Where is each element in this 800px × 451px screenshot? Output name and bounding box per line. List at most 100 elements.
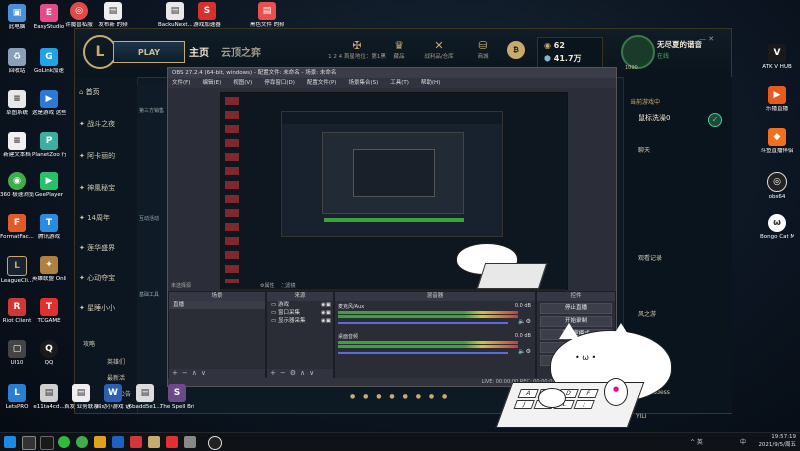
task-view-icon[interactable]: [40, 436, 54, 450]
menu-help[interactable]: 帮助(H): [421, 80, 440, 86]
desktop-icon-right-0[interactable]: V ATK V HUB: [760, 44, 794, 70]
desktop-icon-col2-1[interactable]: G GoLink加速: [32, 48, 66, 74]
desktop-icon-col2-8[interactable]: Q QQ: [32, 340, 66, 366]
source-item[interactable]: ▭ 显示器采集 ◉▣: [267, 317, 333, 325]
tcgame-icon[interactable]: [166, 436, 178, 448]
sidebar-item-5[interactable]: ✦ 莲华盛界: [79, 243, 135, 253]
nav-rank[interactable]: ✠ 1 2 4 首星地位：第1黑: [327, 39, 387, 60]
banner-pagination[interactable]: ● ● ● ● ● ● ● ●: [350, 393, 450, 400]
menu-edit[interactable]: 编辑(E): [202, 80, 221, 86]
bottom-icon-1[interactable]: W启动小游戏 话.docx: [96, 384, 130, 410]
key: F: [577, 389, 599, 398]
source-item[interactable]: ▭ 游戏 ◉▣: [267, 301, 333, 309]
desktop-icon-top-2[interactable]: ▤ BackuNext...: [158, 2, 192, 28]
window-controls[interactable]: — ✕: [699, 35, 714, 43]
sidebar-item-4[interactable]: ✦ 14周年: [79, 213, 135, 223]
start-button[interactable]: [4, 436, 16, 448]
obs-icon[interactable]: [208, 436, 222, 450]
app-icon[interactable]: [112, 436, 124, 448]
menu-profile[interactable]: 配置文件(P): [307, 80, 337, 86]
store-button[interactable]: ₿: [507, 41, 525, 59]
sidebar-item-news[interactable]: 最新活: [107, 373, 137, 382]
sidebar-item-home[interactable]: ⌂ 首页: [79, 87, 135, 97]
play-button[interactable]: PLAY: [113, 41, 185, 63]
desktop-icon-6[interactable]: L LeagueCli...: [0, 256, 34, 284]
desktop-icon-col2-3[interactable]: PPlanetZoo 行星动物园: [32, 132, 66, 158]
desktop-icon-col2-5[interactable]: T 腾讯游戏: [32, 214, 66, 240]
obs-preview[interactable]: [220, 92, 568, 290]
desktop-icon-right-2[interactable]: ◆ 斗鱼直播伴侣: [760, 128, 794, 154]
ime-indicator[interactable]: 中: [740, 437, 746, 446]
desktop-icon-col2-7[interactable]: T TCGAME: [32, 298, 66, 324]
folder-icon[interactable]: [94, 436, 106, 448]
desktop-icon-col2-4[interactable]: ▶ GeePlayer: [32, 172, 66, 198]
properties-button[interactable]: ⚙属性: [260, 282, 275, 289]
scenes-toolbar[interactable]: +−∧∨: [169, 369, 265, 378]
browser-icon[interactable]: [76, 436, 88, 448]
desktop-icon-top-0[interactable]: ◎ 许魔兽私服: [62, 2, 96, 28]
rp-icon: ◉: [544, 41, 554, 50]
league-icon[interactable]: [148, 436, 160, 448]
desktop-icon-9[interactable]: L LetsPRO: [0, 384, 34, 410]
desktop-icon-5[interactable]: F FormatFac...: [0, 214, 34, 240]
app-icon[interactable]: [184, 436, 196, 448]
menu-tools[interactable]: 工具(T): [390, 80, 409, 86]
bottom-icon-3[interactable]: SThe Spell Brigade: [160, 384, 194, 410]
desktop-icon-3[interactable]: ≡ 新建文本档: [0, 132, 34, 158]
nav-collection[interactable]: ♛ 藏品: [379, 39, 419, 60]
source-item[interactable]: ▭ 窗口采集 ◉▣: [267, 309, 333, 317]
desktop-icon-col2-0[interactable]: E EasyStudio: [32, 4, 66, 30]
nav-shop[interactable]: ⛁ 商城: [463, 39, 503, 60]
nav-loot[interactable]: ✕ 战利品/仓库: [419, 39, 459, 60]
stop-streaming-button[interactable]: 停止直播: [540, 303, 612, 314]
desktop-icon-right-4[interactable]: ωBongo Cat Mver (2): [760, 214, 794, 240]
wechat-icon[interactable]: [58, 436, 70, 448]
desktop-icon-col2-2[interactable]: ▶这是游戏 这些设置: [32, 90, 66, 116]
menu-file[interactable]: 文件(F): [172, 80, 190, 86]
desktop-icon-col2-9[interactable]: ▤ e11ta4cd...: [32, 384, 66, 410]
check-icon[interactable]: ✓: [708, 113, 722, 127]
filters-button[interactable]: ⛶滤镜: [282, 282, 296, 289]
pdf-icon: ▤: [258, 2, 276, 20]
sidebar-item-champions[interactable]: 英雄们: [107, 357, 137, 366]
sidebar-item-3[interactable]: ✦ 神風秘宝: [79, 183, 135, 193]
desktop-icon-top-1[interactable]: ▤ 发布新 的频: [96, 2, 130, 28]
desktop-icon-right-1[interactable]: ▶ 乐播直播: [760, 86, 794, 112]
desktop-icon-2[interactable]: ≡ 草图系统: [0, 90, 34, 116]
sidebar-item-2[interactable]: ✦ 阿卡丽的: [79, 151, 135, 161]
clock[interactable]: 19:57:19 2021/9/5/周五: [752, 434, 796, 448]
menu-docks[interactable]: 停靠窗口(D): [264, 80, 295, 86]
volume-slider[interactable]: [338, 352, 508, 354]
desktop-icon-8[interactable]: ▢ UI10: [0, 340, 34, 366]
sidebar-item-6[interactable]: ✦ 心动夺宝: [79, 273, 135, 283]
desktop-icon-right-3[interactable]: ◎ obs64: [760, 172, 794, 200]
desktop-icon-col2-6[interactable]: ✦英雄联盟 Online: [32, 256, 66, 282]
bottom-icon-2[interactable]: ▤ 6badd5e1...: [128, 384, 162, 410]
sources-toolbar[interactable]: +−⚙∧∨: [267, 369, 333, 378]
desktop-icon-7[interactable]: R Riot Client: [0, 298, 34, 324]
scene-item[interactable]: 直播: [169, 301, 265, 309]
desktop-icon-0[interactable]: ▣ 此电脑: [0, 4, 34, 30]
speaker-icon[interactable]: 🔈⚙: [518, 318, 531, 325]
loot-icon: ✕: [434, 39, 444, 52]
social-text-2: 聊天: [638, 147, 651, 154]
menu-scene-collection[interactable]: 场景集合(S): [348, 80, 378, 86]
file-icon: ▤: [104, 2, 122, 20]
rank-icon: ✠: [352, 39, 362, 52]
sidebar-item-guide[interactable]: 攻略: [83, 339, 107, 348]
desktop-icon-top-3[interactable]: S 游戏加速器: [190, 2, 224, 28]
tab-tft[interactable]: 云顶之弈: [221, 44, 261, 59]
tray-icons[interactable]: ^ 英: [690, 437, 703, 446]
menu-view[interactable]: 视图(V): [233, 80, 252, 86]
riot-icon[interactable]: [130, 436, 142, 448]
sidebar-item-1[interactable]: ✦ 战斗之夜: [79, 119, 135, 129]
desktop-icon-4[interactable]: ◉ 360 极速浏览: [0, 172, 34, 198]
search-icon[interactable]: [22, 436, 36, 450]
sidebar-item-7[interactable]: ✦ 星睡小小: [79, 303, 135, 313]
volume-slider[interactable]: [338, 322, 508, 324]
desktop-icon-top-4[interactable]: ▤ 黑色文件 的频: [250, 2, 284, 28]
tab-home[interactable]: 主页: [189, 44, 209, 59]
avatar[interactable]: [621, 35, 655, 69]
bottom-icon-0[interactable]: ▤首发 业务联系方式: [64, 384, 98, 410]
desktop-icon-1[interactable]: ♻ 回收站: [0, 48, 34, 74]
